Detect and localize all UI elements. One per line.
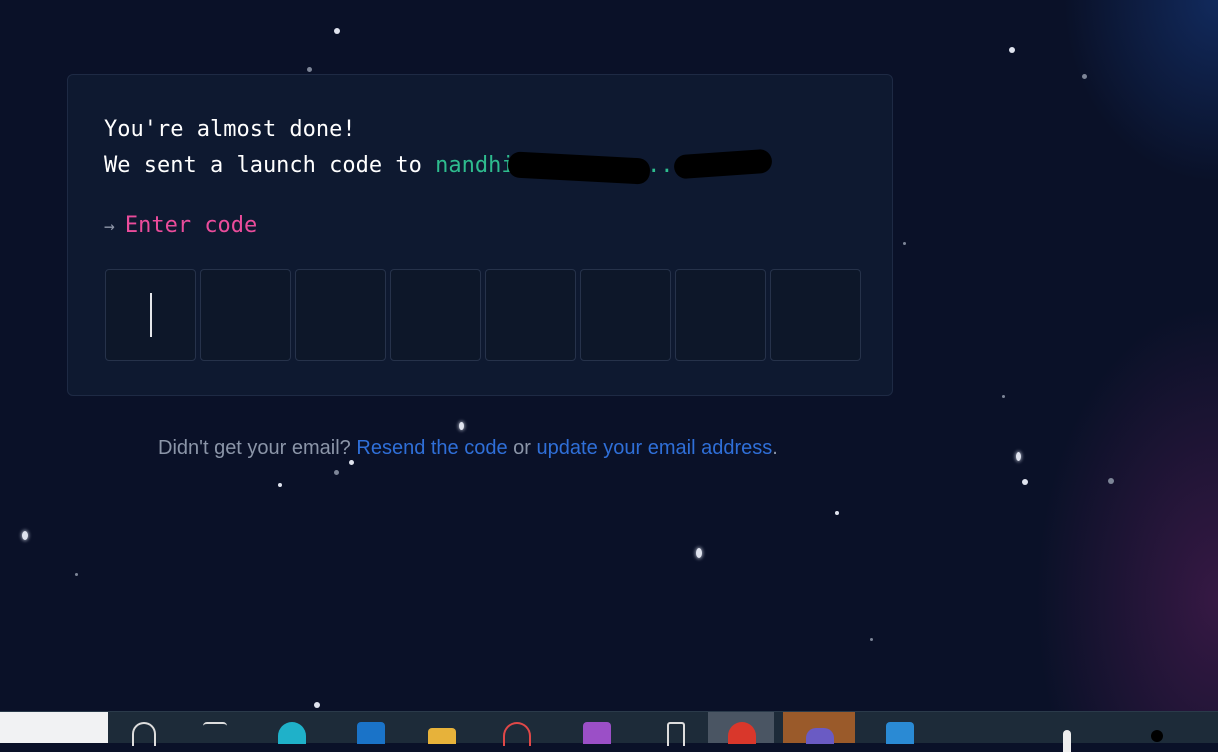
onenote-icon[interactable] [583, 722, 611, 744]
code-digit-4[interactable] [390, 269, 481, 361]
snipping-tool-icon[interactable] [503, 722, 531, 746]
code-digit-3[interactable] [295, 269, 386, 361]
star [1002, 395, 1005, 398]
star [1082, 74, 1087, 79]
footer-period: . [772, 437, 778, 459]
resend-code-link[interactable]: Resend the code [356, 437, 507, 459]
resend-question: Didn't get your email? [158, 437, 351, 459]
star [835, 511, 839, 515]
star [349, 460, 354, 465]
star [22, 531, 28, 540]
code-digit-6[interactable] [580, 269, 671, 361]
star [1009, 47, 1015, 53]
star [459, 422, 464, 430]
arrow-right-icon: → [104, 216, 115, 237]
edge-icon[interactable] [278, 722, 306, 744]
star [307, 67, 312, 72]
almost-done-title: You're almost done! [104, 117, 356, 142]
tray-icon[interactable] [1063, 730, 1071, 752]
star [1022, 479, 1028, 485]
sent-code-prefix: We sent a launch code to [104, 153, 436, 178]
taskbar-search-box[interactable] [0, 712, 108, 743]
or-text: or [513, 437, 531, 459]
star [75, 573, 78, 576]
star [334, 470, 339, 475]
verification-card: You're almost done! We sent a launch cod… [67, 74, 893, 396]
star [1016, 452, 1021, 461]
star [870, 638, 873, 641]
vscode-icon[interactable] [886, 722, 914, 744]
text-caret [150, 293, 152, 337]
phone-link-icon[interactable] [667, 722, 685, 746]
star [696, 548, 702, 558]
search-icon[interactable] [132, 722, 156, 746]
code-input-group [105, 269, 861, 361]
code-digit-2[interactable] [200, 269, 291, 361]
enter-code-label: Enter code [124, 213, 258, 238]
outlook-icon[interactable] [357, 722, 385, 744]
star [903, 242, 906, 245]
chrome-icon[interactable] [728, 722, 756, 744]
code-digit-7[interactable] [675, 269, 766, 361]
enter-code-prompt: → Enter code [104, 213, 257, 238]
task-view-icon[interactable] [203, 722, 227, 746]
code-digit-8[interactable] [770, 269, 861, 361]
notification-dot-icon [1151, 730, 1163, 742]
star [334, 28, 340, 34]
star [314, 702, 320, 708]
resend-message: Didn't get your email? Resend the code o… [158, 437, 778, 460]
update-email-link[interactable]: update your email address [537, 437, 773, 459]
star [278, 483, 282, 487]
code-digit-5[interactable] [485, 269, 576, 361]
star [1108, 478, 1114, 484]
taskbar [0, 711, 1218, 752]
